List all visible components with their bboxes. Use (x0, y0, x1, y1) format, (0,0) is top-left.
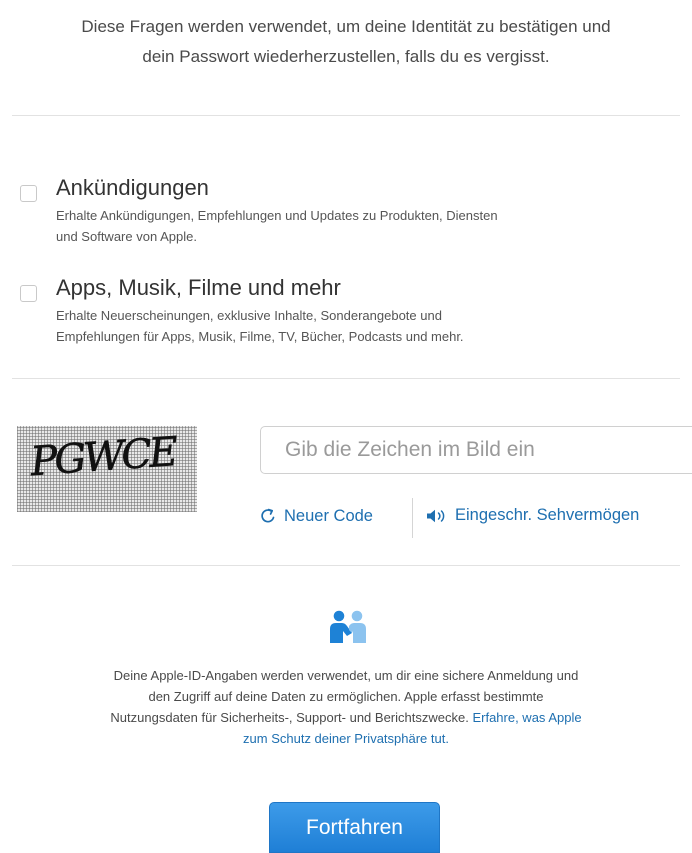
intro-line-1: Diese Fragen werden verwendet, um deine … (81, 17, 611, 36)
privacy-line-3-text: Nutzungsdaten für Sicherheits-, Support-… (110, 710, 469, 725)
announcements-desc-line-1: Erhalte Ankündigungen, Empfehlungen und … (56, 208, 498, 223)
announcements-desc-line-2: und Software von Apple. (56, 229, 197, 244)
vision-impaired-label: Eingeschr. Sehvermögen (455, 506, 640, 524)
announcements-title: Ankündigungen (56, 175, 209, 200)
privacy-line-3: Nutzungsdaten für Sicherheits-, Support-… (5, 707, 687, 728)
new-code-link[interactable]: Neuer Code (258, 506, 373, 526)
divider (12, 565, 680, 566)
captcha-glyphs: PGWCE (28, 429, 180, 486)
intro-text: Diese Fragen werden verwendet, um deine … (10, 12, 682, 72)
apps-music-desc-line-1: Erhalte Neuerscheinungen, exklusive Inha… (56, 308, 442, 323)
apps-music-checkbox[interactable] (20, 285, 37, 302)
vision-impaired-link[interactable]: Eingeschr. Sehvermögen (426, 506, 639, 525)
privacy-line-4: zum Schutz deiner Privatsphäre tut. (5, 728, 687, 749)
apps-music-description: Erhalte Neuerscheinungen, exklusive Inha… (56, 305, 686, 347)
privacy-link-continued[interactable]: zum Schutz deiner Privatsphäre tut. (243, 731, 449, 746)
captcha-image: PGWCE (17, 426, 197, 512)
apps-music-title: Apps, Musik, Filme und mehr (56, 275, 341, 300)
announcements-description: Erhalte Ankündigungen, Empfehlungen und … (56, 205, 686, 247)
link-separator (412, 498, 413, 538)
announcements-checkbox[interactable] (20, 185, 37, 202)
privacy-notice: Deine Apple-ID-Angaben werden verwendet,… (5, 665, 687, 749)
privacy-link[interactable]: Erfahre, was Apple (472, 710, 581, 725)
handshake-people-icon (330, 610, 366, 643)
captcha-image-text: PGWCE (28, 429, 179, 485)
divider (12, 378, 680, 379)
speaker-icon (427, 509, 445, 522)
new-code-label: Neuer Code (284, 506, 373, 525)
apps-music-desc-line-2: Empfehlungen für Apps, Musik, Filme, TV,… (56, 329, 464, 344)
continue-button[interactable]: Fortfahren (269, 802, 440, 853)
privacy-line-2: den Zugriff auf deine Daten zu ermöglich… (148, 689, 544, 704)
captcha-input[interactable] (260, 426, 692, 474)
refresh-icon (261, 508, 275, 523)
intro-line-2: dein Passwort wiederherzustellen, falls … (142, 47, 550, 66)
divider (12, 115, 680, 116)
privacy-line-1: Deine Apple-ID-Angaben werden verwendet,… (113, 668, 579, 683)
